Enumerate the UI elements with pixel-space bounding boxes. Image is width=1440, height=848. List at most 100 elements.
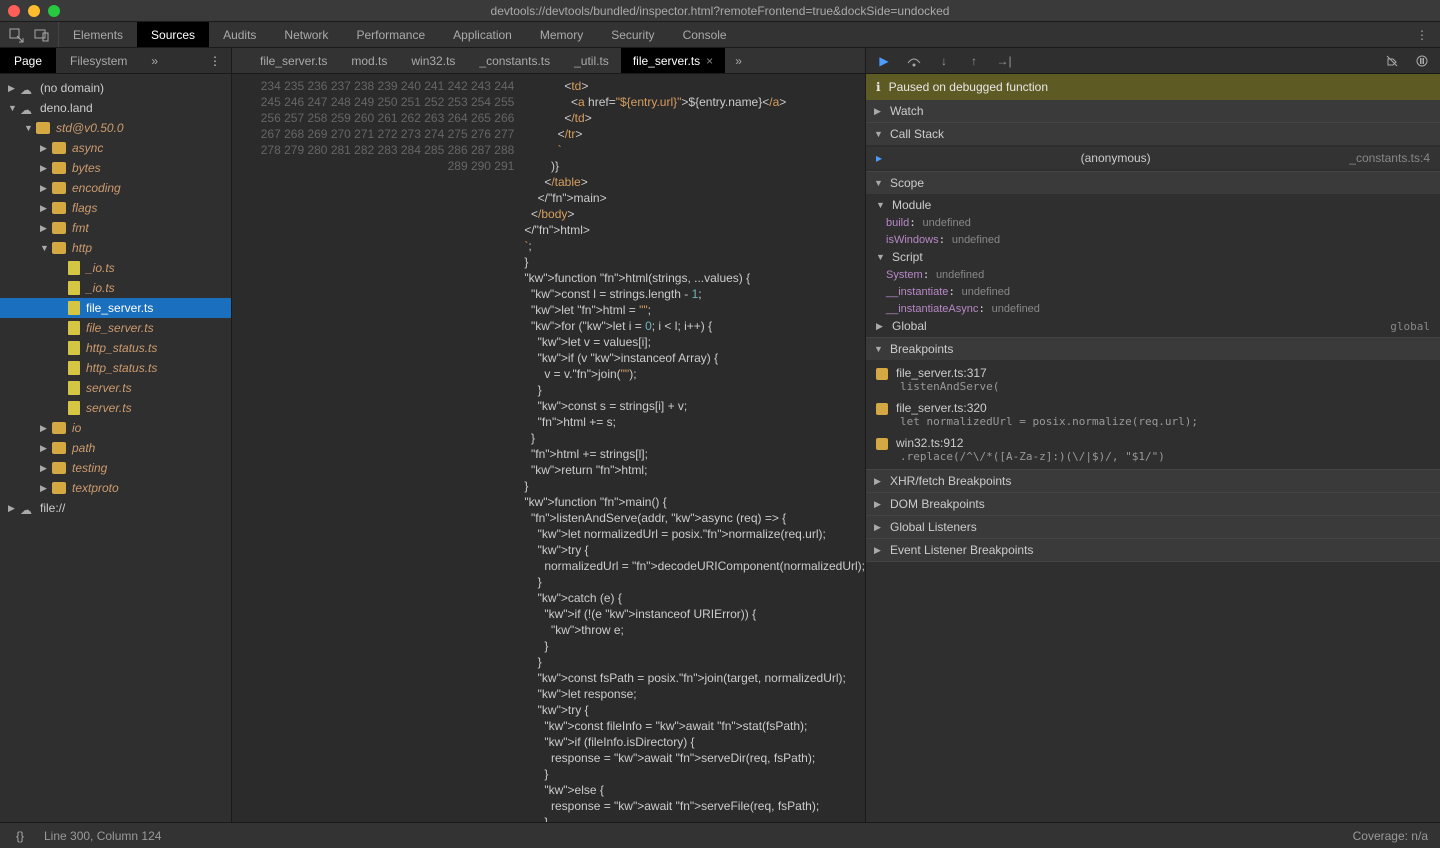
- tree-item[interactable]: ▶bytes: [0, 158, 231, 178]
- step-icon[interactable]: →|: [996, 53, 1012, 69]
- deactivate-breakpoints-icon[interactable]: [1384, 53, 1400, 69]
- main-tab-audits[interactable]: Audits: [209, 22, 270, 47]
- editor-tab[interactable]: win32.ts: [399, 48, 467, 73]
- more-editor-tabs-icon[interactable]: »: [725, 48, 752, 73]
- pause-exceptions-icon[interactable]: [1414, 53, 1430, 69]
- step-out-icon[interactable]: ↑: [966, 53, 982, 69]
- tree-item[interactable]: ▼☁deno.land: [0, 98, 231, 118]
- close-window-icon[interactable]: [8, 5, 20, 17]
- scope-variable[interactable]: __instantiate: undefined: [866, 283, 1440, 300]
- tree-item[interactable]: ▶testing: [0, 458, 231, 478]
- expand-arrow-icon[interactable]: ▶: [40, 203, 50, 213]
- breakpoint-item[interactable]: file_server.ts:320let normalizedUrl = po…: [866, 397, 1440, 432]
- file-navigator-tree[interactable]: ▶☁(no domain)▼☁deno.land▼std@v0.50.0▶asy…: [0, 74, 231, 822]
- main-tab-memory[interactable]: Memory: [526, 22, 597, 47]
- breakpoint-checkbox[interactable]: [876, 403, 888, 415]
- tree-item[interactable]: _io.ts: [0, 278, 231, 298]
- expand-arrow-icon[interactable]: [56, 363, 66, 373]
- tree-item[interactable]: file_server.ts: [0, 298, 231, 318]
- callstack-section-header[interactable]: ▼Call Stack: [866, 123, 1440, 145]
- tree-item[interactable]: ▶encoding: [0, 178, 231, 198]
- editor-tab[interactable]: _util.ts: [562, 48, 621, 73]
- tree-item[interactable]: ▶async: [0, 138, 231, 158]
- editor-tab[interactable]: file_server.ts: [248, 48, 339, 73]
- navigator-tab-filesystem[interactable]: Filesystem: [56, 48, 141, 73]
- breakpoint-checkbox[interactable]: [876, 368, 888, 380]
- tree-item[interactable]: server.ts: [0, 398, 231, 418]
- navigator-menu-icon[interactable]: ⋮: [199, 48, 231, 73]
- editor-tab[interactable]: _constants.ts: [467, 48, 562, 73]
- step-over-icon[interactable]: [906, 53, 922, 69]
- close-tab-icon[interactable]: ×: [706, 54, 713, 68]
- expand-arrow-icon[interactable]: ▼: [8, 103, 18, 113]
- scope-variable[interactable]: isWindows: undefined: [866, 231, 1440, 248]
- debugger-section-header[interactable]: ▶XHR/fetch Breakpoints: [866, 470, 1440, 492]
- tree-item[interactable]: http_status.ts: [0, 358, 231, 378]
- tree-item[interactable]: ▶flags: [0, 198, 231, 218]
- code-editor[interactable]: 234 235 236 237 238 239 240 241 242 243 …: [232, 74, 865, 822]
- tree-item[interactable]: ▼http: [0, 238, 231, 258]
- tree-item[interactable]: ▶☁file://: [0, 498, 231, 518]
- scope-variable[interactable]: System: undefined: [866, 266, 1440, 283]
- expand-arrow-icon[interactable]: [56, 383, 66, 393]
- expand-arrow-icon[interactable]: ▼: [40, 243, 50, 253]
- pretty-print-icon[interactable]: {}: [12, 828, 28, 844]
- more-menu-icon[interactable]: ⋮: [1414, 27, 1430, 43]
- tree-item[interactable]: ▶textproto: [0, 478, 231, 498]
- scope-group[interactable]: ▼Script: [866, 248, 1440, 266]
- expand-arrow-icon[interactable]: [56, 283, 66, 293]
- breakpoint-item[interactable]: file_server.ts:317listenAndServe(: [866, 362, 1440, 397]
- debugger-section-header[interactable]: ▶DOM Breakpoints: [866, 493, 1440, 515]
- breakpoints-section-header[interactable]: ▼Breakpoints: [866, 338, 1440, 360]
- expand-arrow-icon[interactable]: ▼: [24, 123, 34, 133]
- file-list-icon[interactable]: [232, 53, 248, 69]
- scope-group[interactable]: ▶Globalglobal: [866, 317, 1440, 335]
- main-tab-sources[interactable]: Sources: [137, 22, 209, 47]
- inspect-element-icon[interactable]: [8, 27, 24, 43]
- expand-arrow-icon[interactable]: ▶: [40, 163, 50, 173]
- debugger-section-header[interactable]: ▶Global Listeners: [866, 516, 1440, 538]
- tree-item[interactable]: server.ts: [0, 378, 231, 398]
- resume-icon[interactable]: ▶: [876, 53, 892, 69]
- expand-arrow-icon[interactable]: [56, 303, 66, 313]
- main-tab-elements[interactable]: Elements: [59, 22, 137, 47]
- toggle-sidebar-icon[interactable]: [849, 53, 865, 69]
- main-tab-application[interactable]: Application: [439, 22, 526, 47]
- scope-variable[interactable]: __instantiateAsync: undefined: [866, 300, 1440, 317]
- editor-tab[interactable]: file_server.ts×: [621, 48, 725, 73]
- tree-item[interactable]: ▶path: [0, 438, 231, 458]
- expand-arrow-icon[interactable]: [56, 343, 66, 353]
- expand-arrow-icon[interactable]: ▶: [40, 463, 50, 473]
- scope-section-header[interactable]: ▼Scope: [866, 172, 1440, 194]
- expand-arrow-icon[interactable]: ▶: [40, 223, 50, 233]
- expand-arrow-icon[interactable]: [56, 263, 66, 273]
- watch-section-header[interactable]: ▶Watch: [866, 100, 1440, 122]
- zoom-window-icon[interactable]: [48, 5, 60, 17]
- main-tab-network[interactable]: Network: [270, 22, 342, 47]
- expand-arrow-icon[interactable]: [56, 403, 66, 413]
- breakpoint-checkbox[interactable]: [876, 438, 888, 450]
- main-tab-console[interactable]: Console: [669, 22, 741, 47]
- tree-item[interactable]: ▼std@v0.50.0: [0, 118, 231, 138]
- device-toolbar-icon[interactable]: [34, 27, 50, 43]
- tree-item[interactable]: ▶io: [0, 418, 231, 438]
- scope-group[interactable]: ▼Module: [866, 196, 1440, 214]
- tree-item[interactable]: file_server.ts: [0, 318, 231, 338]
- expand-arrow-icon[interactable]: ▶: [40, 143, 50, 153]
- callstack-frame[interactable]: ▸ (anonymous)_constants.ts:4: [866, 147, 1440, 169]
- navigator-tab-page[interactable]: Page: [0, 48, 56, 73]
- expand-arrow-icon[interactable]: ▶: [8, 503, 18, 513]
- step-into-icon[interactable]: ↓: [936, 53, 952, 69]
- more-navigator-tabs-icon[interactable]: »: [141, 48, 168, 73]
- tree-item[interactable]: http_status.ts: [0, 338, 231, 358]
- expand-arrow-icon[interactable]: ▶: [40, 183, 50, 193]
- tree-item[interactable]: _io.ts: [0, 258, 231, 278]
- scope-variable[interactable]: build: undefined: [866, 214, 1440, 231]
- editor-tab[interactable]: mod.ts: [339, 48, 399, 73]
- tree-item[interactable]: ▶fmt: [0, 218, 231, 238]
- expand-arrow-icon[interactable]: ▶: [40, 483, 50, 493]
- expand-arrow-icon[interactable]: ▶: [40, 443, 50, 453]
- expand-arrow-icon[interactable]: [56, 323, 66, 333]
- debugger-section-header[interactable]: ▶Event Listener Breakpoints: [866, 539, 1440, 561]
- expand-arrow-icon[interactable]: ▶: [40, 423, 50, 433]
